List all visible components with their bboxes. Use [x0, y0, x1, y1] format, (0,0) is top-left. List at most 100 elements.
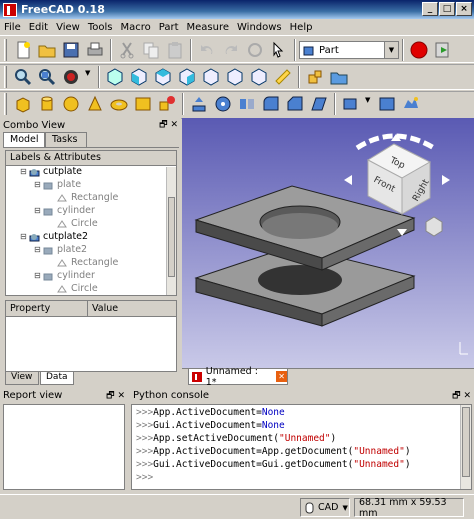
expand-icon[interactable]: ⊟: [34, 271, 43, 280]
copy-icon[interactable]: [141, 40, 161, 60]
tab-data[interactable]: Data: [40, 372, 74, 385]
create-group-icon[interactable]: [329, 67, 349, 87]
sketch-icon: [57, 284, 67, 292]
tree-item[interactable]: Rectangle: [48, 192, 118, 203]
menu-edit[interactable]: Edit: [25, 22, 52, 33]
tab-model[interactable]: Model: [3, 132, 45, 147]
refresh-icon[interactable]: [245, 40, 265, 60]
property-column-header[interactable]: Property: [6, 301, 88, 317]
bottom-view-icon[interactable]: [225, 67, 245, 87]
document-tab[interactable]: Unnamed : 1* ✕: [188, 366, 288, 388]
python-console[interactable]: >>>App.ActiveDocument=None >>>Gui.ActiveD…: [131, 404, 472, 490]
status-bar: CAD ▼ 68.31 mm x 59.53 mm: [0, 494, 474, 519]
extrude-icon[interactable]: [189, 94, 209, 114]
tree-item[interactable]: ⊟ cylinder: [34, 270, 95, 281]
tree-item[interactable]: Circle: [48, 218, 98, 229]
console-code: App.ActiveDocument=: [153, 407, 262, 418]
menu-macro[interactable]: Macro: [116, 22, 154, 33]
macro-execute-icon[interactable]: [433, 40, 453, 60]
tree-item[interactable]: ⊟ plate2: [34, 244, 87, 255]
maximize-button[interactable]: □: [439, 2, 455, 16]
primitives-icon[interactable]: [157, 94, 177, 114]
close-tab-icon[interactable]: ✕: [276, 371, 287, 382]
cut-tool-icon[interactable]: [377, 94, 397, 114]
navigation-style[interactable]: CAD ▼: [300, 498, 350, 517]
console-keyword: None: [261, 420, 285, 431]
whats-this-icon[interactable]: [269, 40, 289, 60]
tree-item[interactable]: Rectangle: [48, 257, 118, 268]
chamfer-icon[interactable]: [285, 94, 305, 114]
console-prompt: >>>: [136, 407, 154, 418]
menu-view[interactable]: View: [52, 22, 84, 33]
expand-icon[interactable]: ⊟: [20, 232, 29, 241]
tree-scrollbar[interactable]: [166, 167, 176, 295]
undo-icon[interactable]: [197, 40, 217, 60]
boolean-icon[interactable]: [341, 94, 361, 114]
console-scrollbar[interactable]: [460, 405, 471, 489]
cut-icon[interactable]: [117, 40, 137, 60]
tab-tasks[interactable]: Tasks: [45, 132, 87, 147]
close-button[interactable]: ×: [456, 2, 472, 16]
cylinder-primitive-icon[interactable]: [37, 94, 57, 114]
menu-help[interactable]: Help: [286, 22, 317, 33]
macro-record-icon[interactable]: [409, 40, 429, 60]
tree-item[interactable]: ⊟ cylinder: [34, 205, 95, 216]
open-folder-icon[interactable]: [37, 40, 57, 60]
workbench-selector[interactable]: Part ▼: [299, 41, 399, 59]
expand-icon[interactable]: ⊟: [34, 206, 43, 215]
tube-primitive-icon[interactable]: [133, 94, 153, 114]
float-close-icon[interactable]: 🗗 ✕: [106, 388, 125, 404]
fit-selection-icon[interactable]: [37, 67, 57, 87]
console-line: >>>App.ActiveDocument=App.getDocument("U…: [136, 446, 411, 457]
chevron-down-icon[interactable]: ▼: [365, 94, 373, 114]
tree-item[interactable]: Circle: [48, 283, 98, 294]
mirror-icon[interactable]: [237, 94, 257, 114]
cross-section-icon[interactable]: [401, 94, 421, 114]
right-view-icon[interactable]: [177, 67, 197, 87]
revolve-icon[interactable]: [213, 94, 233, 114]
model-tree[interactable]: Labels & Attributes ⊟ cutplate ⊟ plate Recta…: [5, 150, 177, 296]
print-icon[interactable]: [85, 40, 105, 60]
cone-primitive-icon[interactable]: [85, 94, 105, 114]
tab-view[interactable]: View: [5, 372, 39, 385]
expand-icon[interactable]: ⊟: [34, 245, 43, 254]
new-document-icon[interactable]: [13, 40, 33, 60]
menu-tools[interactable]: Tools: [84, 22, 117, 33]
expand-icon[interactable]: ⊟: [20, 167, 29, 176]
left-view-icon[interactable]: [249, 67, 269, 87]
redo-icon[interactable]: [221, 40, 241, 60]
paste-icon[interactable]: [165, 40, 185, 60]
isometric-view-icon[interactable]: [105, 67, 125, 87]
3d-viewport[interactable]: Top Front Right: [182, 118, 474, 368]
property-grid[interactable]: Property Value: [5, 300, 177, 372]
top-view-icon[interactable]: [153, 67, 173, 87]
tree-item[interactable]: ⊟ cutplate2: [20, 231, 88, 242]
tree-item[interactable]: ⊟ plate: [34, 179, 81, 190]
fillet-icon[interactable]: [261, 94, 281, 114]
menu-windows[interactable]: Windows: [233, 22, 286, 33]
float-close-icon[interactable]: 🗗 ✕: [452, 388, 471, 404]
measure-distance-icon[interactable]: [273, 67, 293, 87]
create-part-icon[interactable]: [305, 67, 325, 87]
menu-file[interactable]: File: [0, 22, 25, 33]
tree-item[interactable]: ⊟ cutplate: [20, 166, 82, 177]
sphere-primitive-icon[interactable]: [61, 94, 81, 114]
save-icon[interactable]: [61, 40, 81, 60]
front-view-icon[interactable]: [129, 67, 149, 87]
value-column-header[interactable]: Value: [88, 301, 176, 317]
minimize-button[interactable]: _: [422, 2, 438, 16]
torus-primitive-icon[interactable]: [109, 94, 129, 114]
menu-measure[interactable]: Measure: [183, 22, 234, 33]
make-face-icon[interactable]: [309, 94, 329, 114]
console-code: App.setActiveDocument(: [153, 433, 280, 444]
rear-view-icon[interactable]: [201, 67, 221, 87]
fit-all-icon[interactable]: [13, 67, 33, 87]
chevron-down-icon[interactable]: ▼: [85, 67, 93, 87]
menu-part[interactable]: Part: [155, 22, 183, 33]
python-console-title: Python console: [133, 390, 210, 401]
report-view-text[interactable]: [3, 404, 125, 490]
cube-primitive-icon[interactable]: [13, 94, 33, 114]
draw-style-icon[interactable]: [61, 67, 81, 87]
float-close-icon[interactable]: 🗗 ✕: [159, 117, 178, 133]
expand-icon[interactable]: ⊟: [34, 180, 43, 189]
